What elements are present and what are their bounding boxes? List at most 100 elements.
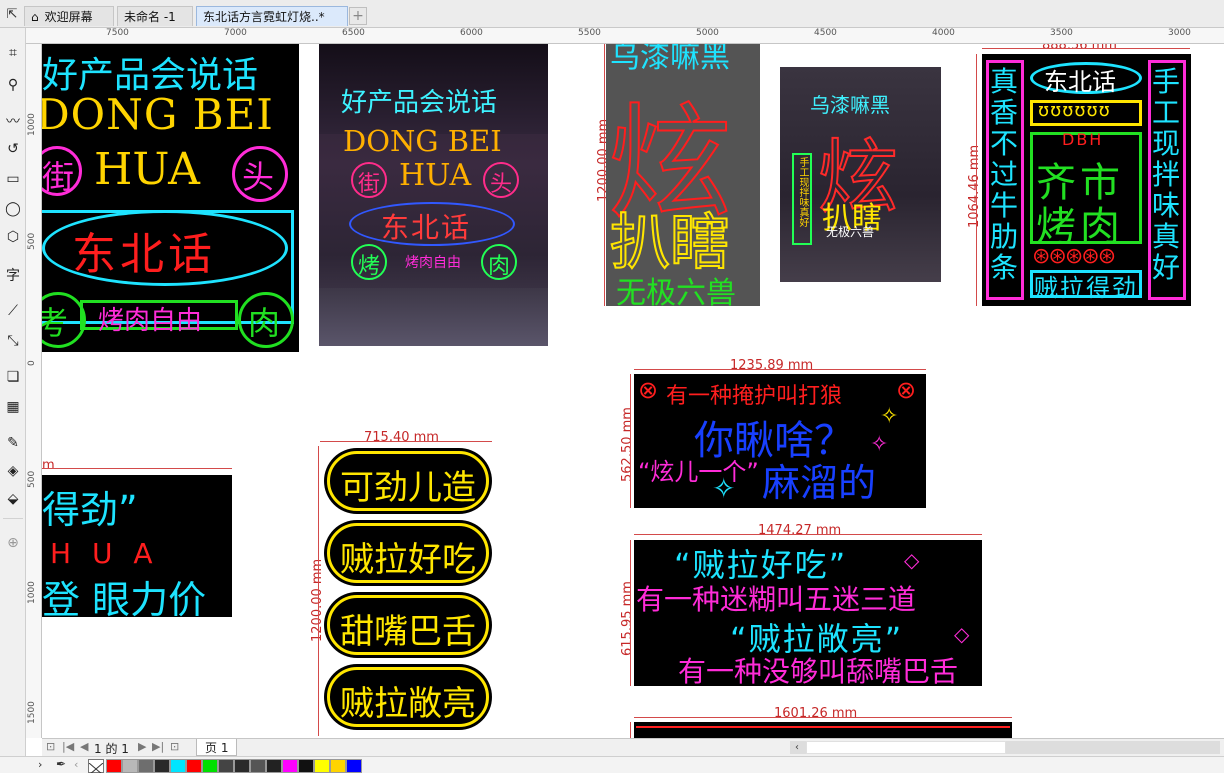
parallel-dimension-tool-icon[interactable]: ⟋: [2, 300, 24, 322]
color-swatch[interactable]: [314, 759, 330, 773]
neon-badge[interactable]: 贼拉敞亮: [324, 664, 492, 730]
eyedropper-tool-icon[interactable]: ✎: [2, 432, 24, 454]
sparkle-icon: ◇: [904, 548, 920, 572]
last-page-icon[interactable]: ▶|: [152, 740, 164, 753]
tab-current-document[interactable]: 东北话方言霓虹灯烧..*: [196, 6, 348, 26]
pick-tool-icon[interactable]: ⇱: [0, 0, 24, 28]
neon-badge[interactable]: 甜嘴巴舌: [324, 592, 492, 658]
page-navigation-bar: ⊡ |◀ ◀ 1 的 1 ▶ ▶| ⊡ 页 1 ‹: [42, 738, 1224, 756]
artistic-media-tool-icon[interactable]: ↺: [2, 138, 24, 160]
palette-scroll-left-icon[interactable]: ‹: [74, 758, 78, 771]
tab-welcome-screen[interactable]: ⌂ 欢迎屏幕: [24, 6, 114, 26]
neon-text: 贼拉敞亮: [340, 684, 476, 724]
neon-sign-partial[interactable]: [634, 722, 1012, 738]
page-tab[interactable]: 页 1: [196, 739, 238, 756]
neon-text: 头: [242, 158, 275, 196]
horizontal-scrollbar[interactable]: ‹: [790, 741, 1220, 754]
no-color-swatch[interactable]: [88, 759, 104, 773]
sparkle-icon: ✧: [880, 404, 899, 429]
add-tool-icon[interactable]: ⊕: [2, 532, 24, 554]
color-swatch[interactable]: [282, 759, 298, 773]
color-swatch[interactable]: [298, 759, 314, 773]
color-swatch[interactable]: [266, 759, 282, 773]
drop-shadow-tool-icon[interactable]: ❏: [2, 366, 24, 388]
dimension-label: m: [42, 458, 55, 473]
polygon-tool-icon[interactable]: ⬡: [2, 226, 24, 248]
color-swatch[interactable]: [106, 759, 122, 773]
page-settings-icon[interactable]: ⊡: [46, 740, 55, 753]
neon-sign-qishi-kaorou[interactable]: 真香不过牛肋条 手工现拌味真好 东北话 ʊʊʊʊʊʊ DBH 齐市 烤肉 ⊛⊛⊛…: [982, 54, 1191, 306]
dimension-label: 715.40 mm: [364, 430, 439, 445]
color-swatch[interactable]: [218, 759, 234, 773]
rectangle-tool-icon[interactable]: ▭: [2, 168, 24, 190]
neon-badge[interactable]: 贼拉好吃: [324, 520, 492, 586]
color-swatch[interactable]: [170, 759, 186, 773]
page-count: 1 的 1: [94, 742, 129, 756]
neon-text: 无极六兽: [826, 225, 875, 239]
neon-text: 有一种掩护叫打狼: [666, 384, 843, 409]
toolbox: ⌗ ⚲ 〰 ↺ ▭ ◯ ⬡ 字 ⟋ ⤡ ❏ ▦ ✎ ◈ ⬙ ⊕: [0, 28, 26, 757]
neon-text: 可劲儿造: [340, 468, 476, 508]
ellipse-tool-icon[interactable]: ◯: [2, 198, 24, 220]
neon-photo-xuan[interactable]: 乌漆嘛黑 炫 扒瞎 无极六兽 手工现拌味真好: [780, 67, 941, 282]
color-swatch[interactable]: [138, 759, 154, 773]
new-tab-button[interactable]: +: [349, 7, 367, 25]
neon-sign-zeilahaochi[interactable]: “贼拉好吃” ◇ 有一种迷糊叫五迷三道 “贼拉敞亮” ◇ 有一种没够叫舔嘴巴舌: [634, 540, 982, 686]
color-swatch[interactable]: [186, 759, 202, 773]
dimension-line: [630, 374, 631, 508]
interactive-fill-tool-icon[interactable]: ◈: [2, 460, 24, 482]
neon-text: 登 眼力价: [42, 578, 207, 617]
crop-tool-icon[interactable]: ⌗: [2, 42, 24, 64]
prev-page-icon[interactable]: ◀: [80, 740, 88, 753]
dimension-line: [318, 446, 319, 736]
add-page-icon[interactable]: ⊡: [170, 740, 179, 753]
neon-text: 烤肉自由: [98, 306, 203, 336]
document-tab-bar: ⇱ ⌂ 欢迎屏幕 未命名 -1 东北话方言霓虹灯烧..* +: [0, 0, 1224, 28]
neon-text: 街: [358, 172, 381, 197]
neon-text: 东北话: [1044, 68, 1116, 96]
neon-text: 肉: [248, 304, 281, 342]
text-tool-icon[interactable]: 字: [2, 264, 24, 286]
app-window: ⇱ ⌂ 欢迎屏幕 未命名 -1 东北话方言霓虹灯烧..* + ⌗ ⚲ 〰 ↺ ▭…: [0, 0, 1224, 773]
neon-sign-dejin[interactable]: 得劲” H U A 登 眼力价: [42, 475, 232, 617]
color-swatch[interactable]: [250, 759, 266, 773]
smart-fill-tool-icon[interactable]: ⬙: [2, 488, 24, 510]
color-swatch[interactable]: [202, 759, 218, 773]
scrollbar-thumb[interactable]: [806, 741, 1006, 754]
dimension-line: [604, 44, 605, 306]
drawing-canvas[interactable]: 好产品会说话 DONG BEI 街 HUA 头 东北话 考 烤肉自由 肉 好产品…: [42, 44, 1224, 738]
neon-sign-xuan-gray[interactable]: 乌漆嘛黑 炫 扒瞎 无极六兽: [606, 44, 760, 306]
ruler-tick: 1000: [27, 581, 37, 604]
transparency-tool-icon[interactable]: ▦: [2, 396, 24, 418]
tab-document-label: 东北话方言霓虹灯烧..*: [203, 10, 325, 24]
eyedropper-icon[interactable]: ✒: [56, 757, 66, 771]
dimension-line: [320, 441, 492, 442]
first-page-icon[interactable]: |◀: [62, 740, 74, 753]
palette-menu-icon[interactable]: ›: [38, 758, 42, 771]
neon-text: DONG BEI: [42, 90, 274, 139]
sparkle-icon: ◇: [954, 622, 970, 646]
neon-badge[interactable]: 可劲儿造: [324, 448, 492, 514]
tab-untitled[interactable]: 未命名 -1: [117, 6, 193, 26]
freehand-tool-icon[interactable]: 〰: [2, 110, 24, 132]
neon-text: 有一种迷糊叫五迷三道: [636, 583, 917, 616]
horizontal-ruler[interactable]: 7500 7000 6500 6000 5500 5000 4500 4000 …: [26, 28, 1224, 44]
color-palette: › ✒ ‹: [0, 756, 1224, 773]
neon-sign-dongbeihua-1[interactable]: 好产品会说话 DONG BEI 街 HUA 头 东北话 考 烤肉自由 肉: [42, 44, 299, 352]
connector-tool-icon[interactable]: ⤡: [2, 330, 24, 352]
zoom-tool-icon[interactable]: ⚲: [2, 74, 24, 96]
sparkle-icon: ✧: [712, 472, 736, 505]
color-swatch[interactable]: [154, 759, 170, 773]
dimension-line: [634, 717, 1012, 718]
vertical-ruler[interactable]: 1000 500 0 500 1000 1500: [26, 44, 42, 738]
color-swatch[interactable]: [234, 759, 250, 773]
neon-sign-nichousha[interactable]: ⊗ 有一种掩护叫打狼 ⊗ 你瞅啥？ ✧ ✧ “炫儿一个” ✧ 麻溜的: [634, 374, 926, 508]
color-swatch[interactable]: [330, 759, 346, 773]
scroll-left-icon[interactable]: ‹: [790, 741, 804, 754]
dimension-line: [976, 54, 977, 306]
neon-photo-dongbeihua[interactable]: 好产品会说话 DONG BEI 街 HUA 头 东北话 烤 烤肉自由 肉: [319, 44, 548, 346]
color-swatch[interactable]: [122, 759, 138, 773]
color-swatch[interactable]: [346, 759, 362, 773]
dimension-label: 1064.46 mm: [967, 144, 982, 228]
next-page-icon[interactable]: ▶: [138, 740, 146, 753]
